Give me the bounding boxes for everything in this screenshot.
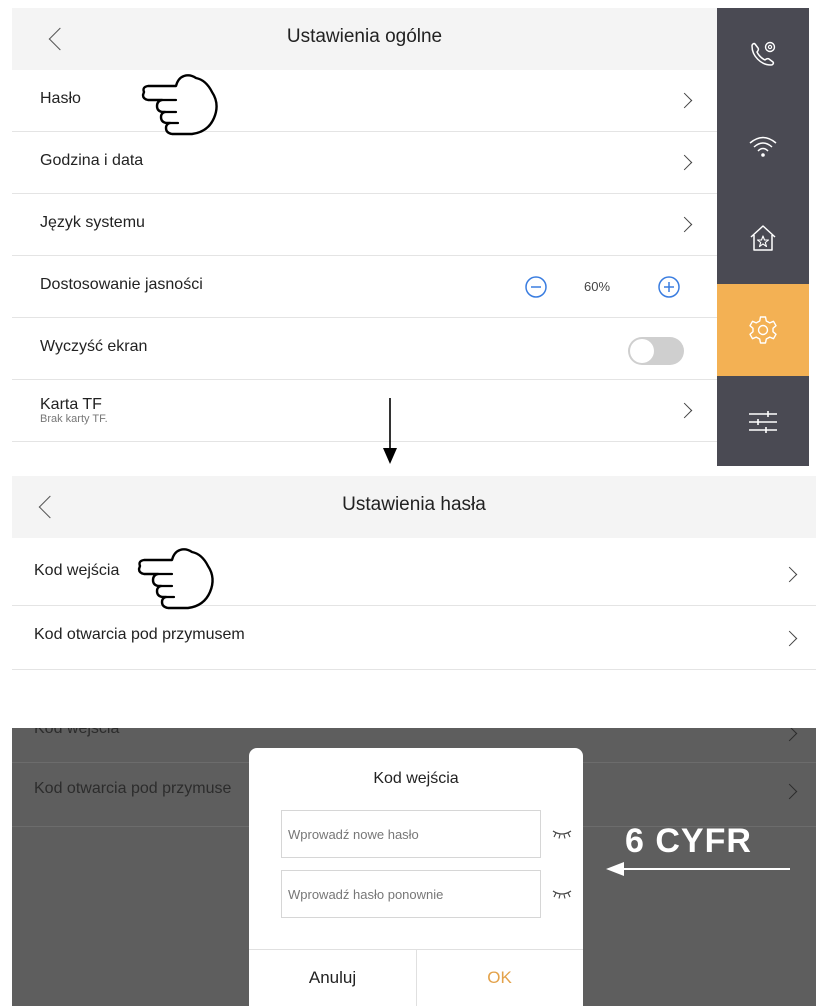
settings-row-password[interactable]: Hasło xyxy=(12,70,717,132)
new-password-field[interactable] xyxy=(281,810,541,858)
settings-row-time-date[interactable]: Godzina i data xyxy=(12,132,717,194)
chevron-right-icon xyxy=(781,566,798,583)
eye-closed-icon[interactable] xyxy=(552,887,572,901)
row-label: Język systemu xyxy=(40,214,145,231)
clean-screen-toggle[interactable] xyxy=(628,337,684,365)
gear-icon xyxy=(749,316,777,344)
pointing-hand-icon xyxy=(137,548,214,610)
header: Ustawienia hasła xyxy=(12,476,816,538)
brightness-value: 60% xyxy=(584,279,611,294)
chevron-right-icon xyxy=(676,92,693,109)
row-sublabel: Brak karty TF. xyxy=(40,413,108,425)
chevron-right-icon xyxy=(676,216,693,233)
dimmed-row-label: Kod otwarcia pod przymuse xyxy=(34,780,232,797)
page-title: Ustawienia ogólne xyxy=(286,26,443,47)
wifi-icon xyxy=(749,136,777,157)
row-label: Kod wejścia xyxy=(34,562,120,579)
chevron-right-icon xyxy=(781,728,798,742)
settings-row-clean-screen: Wyczyść ekran xyxy=(12,318,717,380)
brightness-increase-button[interactable] xyxy=(657,275,681,299)
brightness-decrease-button[interactable] xyxy=(524,275,548,299)
ok-button[interactable]: OK xyxy=(416,950,583,1006)
row-label: Wyczyść ekran xyxy=(40,338,148,355)
general-settings-screen: Ustawienia ogólne Hasło Godzina i data J… xyxy=(12,8,809,466)
arrow-down-icon xyxy=(383,398,397,464)
row-label: Hasło xyxy=(40,90,81,107)
row-label: Kod otwarcia pod przymusem xyxy=(34,626,245,643)
toggle-knob xyxy=(630,339,654,363)
header: Ustawienia ogólne xyxy=(12,8,717,70)
settings-row-brightness: Dostosowanie jasności 60% xyxy=(12,256,717,318)
annotation-label: 6 CYFR xyxy=(625,822,752,860)
settings-row-duress-code[interactable]: Kod otwarcia pod przymusem xyxy=(12,606,816,670)
chevron-right-icon xyxy=(781,783,798,800)
sidebar-item-call-settings[interactable] xyxy=(717,8,809,100)
sidebar-item-home[interactable] xyxy=(717,192,809,284)
entry-code-dialog: Kod wejścia Anuluj OK xyxy=(249,748,583,1006)
annotation-underline xyxy=(622,868,790,870)
pointing-hand-icon xyxy=(141,74,218,136)
chevron-right-icon xyxy=(676,402,693,419)
sliders-icon xyxy=(749,411,777,433)
eye-closed-icon[interactable] xyxy=(552,827,572,841)
sidebar-item-settings[interactable] xyxy=(717,284,809,376)
sidebar-item-wifi[interactable] xyxy=(717,100,809,192)
settings-row-entry-code[interactable]: Kod wejścia xyxy=(12,542,816,606)
sidebar-item-advanced[interactable] xyxy=(717,376,809,468)
entry-code-dialog-screen: Kod wejścia Kod otwarcia pod przymuse Ko… xyxy=(12,728,816,1006)
repeat-password-field[interactable] xyxy=(281,870,541,918)
cancel-button[interactable]: Anuluj xyxy=(249,950,416,1006)
new-password-input[interactable] xyxy=(282,811,540,857)
page-title: Ustawienia hasła xyxy=(342,494,486,515)
arrow-left-icon xyxy=(606,862,624,876)
settings-row-tf-card[interactable]: Karta TF Brak karty TF. xyxy=(12,380,717,442)
settings-row-language[interactable]: Język systemu xyxy=(12,194,717,256)
row-label: Godzina i data xyxy=(40,152,144,169)
row-label: Karta TF xyxy=(40,396,102,413)
password-settings-screen: Ustawienia hasła Kod wejścia Kod otwarci… xyxy=(12,476,816,670)
chevron-right-icon xyxy=(781,630,798,647)
dimmed-row-label: Kod wejścia xyxy=(34,728,120,737)
dialog-title: Kod wejścia xyxy=(373,770,459,787)
phone-settings-icon xyxy=(751,41,776,66)
sidebar xyxy=(717,8,809,466)
row-label: Dostosowanie jasności xyxy=(40,276,203,293)
chevron-right-icon xyxy=(676,154,693,171)
home-star-icon xyxy=(750,225,776,251)
repeat-password-input[interactable] xyxy=(282,871,540,917)
